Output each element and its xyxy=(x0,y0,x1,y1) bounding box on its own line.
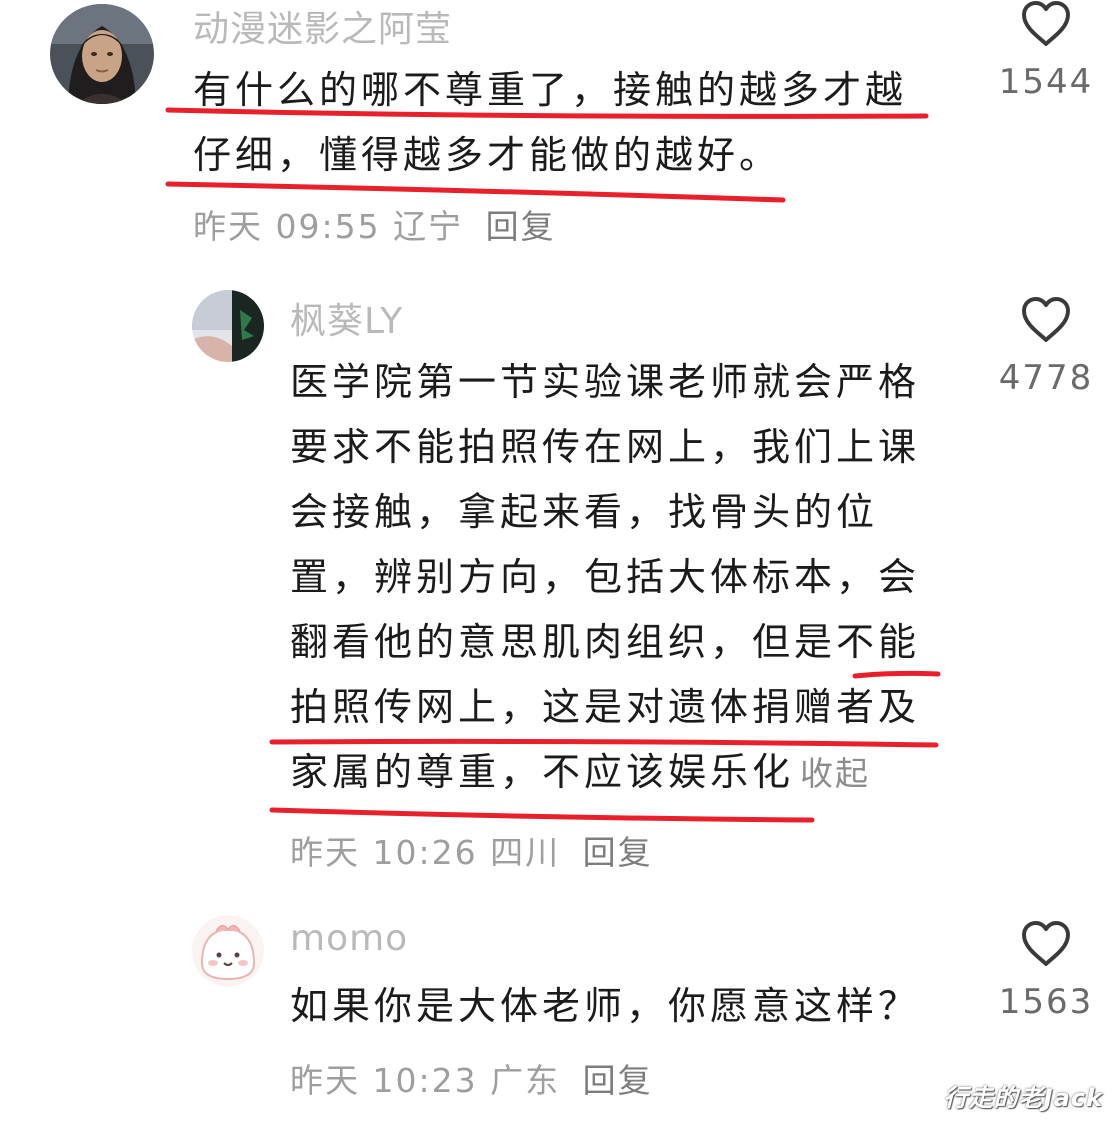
reply-button[interactable]: 回复 xyxy=(583,1061,653,1100)
comment-text-line: 有什么的哪不尊重了，接触的越多才越 xyxy=(193,68,908,112)
comment-username[interactable]: 动漫迷影之阿莹 xyxy=(193,0,452,52)
comment-text-line: 拍照传网上，这是对遗体捐赠者及 xyxy=(290,685,921,729)
comment-text-line: 会接触，拿起来看，找骨头的位 xyxy=(290,490,879,534)
like-button[interactable]: 1544 xyxy=(996,0,1096,102)
comment-username[interactable]: momo xyxy=(290,918,408,959)
like-count: 1544 xyxy=(998,62,1094,102)
comment-text-line: 翻看他的意思肌肉组织，但是不能 xyxy=(290,620,921,664)
heart-icon xyxy=(1022,297,1070,342)
comment-meta: 昨天 09:55 辽宁 回复 xyxy=(193,200,556,248)
like-count: 4778 xyxy=(998,358,1094,398)
comment-text-line: 医学院第一节实验课老师就会严格 xyxy=(290,360,921,404)
comment-date: 昨天 09:55 xyxy=(193,207,381,246)
cartoon-face-avatar-icon xyxy=(192,915,264,987)
comment-location: 辽宁 xyxy=(393,207,464,246)
underline-5 xyxy=(269,807,815,823)
like-count: 1563 xyxy=(998,982,1094,1022)
avatar[interactable] xyxy=(192,290,264,362)
comment-text-line: 如果你是大体老师，你愿意这样？ xyxy=(290,984,921,1028)
comment-location: 广东 xyxy=(490,1061,561,1100)
reply-button[interactable]: 回复 xyxy=(486,207,556,246)
reply-button[interactable]: 回复 xyxy=(583,833,653,872)
collapse-button[interactable]: 收起 xyxy=(800,754,870,793)
comment-text-line: 家属的尊重，不应该娱乐化 收起 xyxy=(290,740,920,806)
comment-date: 昨天 10:23 xyxy=(290,1061,478,1100)
watermark: 行走的老Jack xyxy=(943,1084,1103,1112)
comment-body: 医学院第一节实验课老师就会严格 要求不能拍照传在网上，我们上课 会接触，拿起来看… xyxy=(290,350,920,806)
comment-location: 四川 xyxy=(490,833,561,872)
like-button[interactable]: 1563 xyxy=(996,920,1096,1022)
comment-body: 有什么的哪不尊重了，接触的越多才越 仔细，懂得越多才能做的越好。 xyxy=(193,58,907,188)
avatar[interactable] xyxy=(192,915,264,987)
woman-portrait-avatar-icon xyxy=(50,4,154,104)
landscape-avatar-icon xyxy=(192,290,264,362)
comment-text-tail: 家属的尊重，不应该娱乐化 xyxy=(290,750,795,794)
like-button[interactable]: 4778 xyxy=(996,296,1096,398)
heart-icon xyxy=(1022,921,1070,966)
avatar[interactable] xyxy=(50,4,154,104)
comment-text-line: 要求不能拍照传在网上，我们上课 xyxy=(290,425,921,469)
comment-body: 如果你是大体老师，你愿意这样？ xyxy=(290,974,920,1039)
comment-meta: 昨天 10:23 广东 回复 xyxy=(290,1054,653,1102)
comment-meta: 昨天 10:26 四川 回复 xyxy=(290,826,653,874)
heart-icon xyxy=(1022,1,1070,46)
comment-username[interactable]: 枫葵LY xyxy=(290,292,403,344)
comment-text-line: 仔细，懂得越多才能做的越好。 xyxy=(193,133,782,177)
comment-text-line: 置，辨别方向，包括大体标本，会 xyxy=(290,555,921,599)
comment-date: 昨天 10:26 xyxy=(290,833,478,872)
